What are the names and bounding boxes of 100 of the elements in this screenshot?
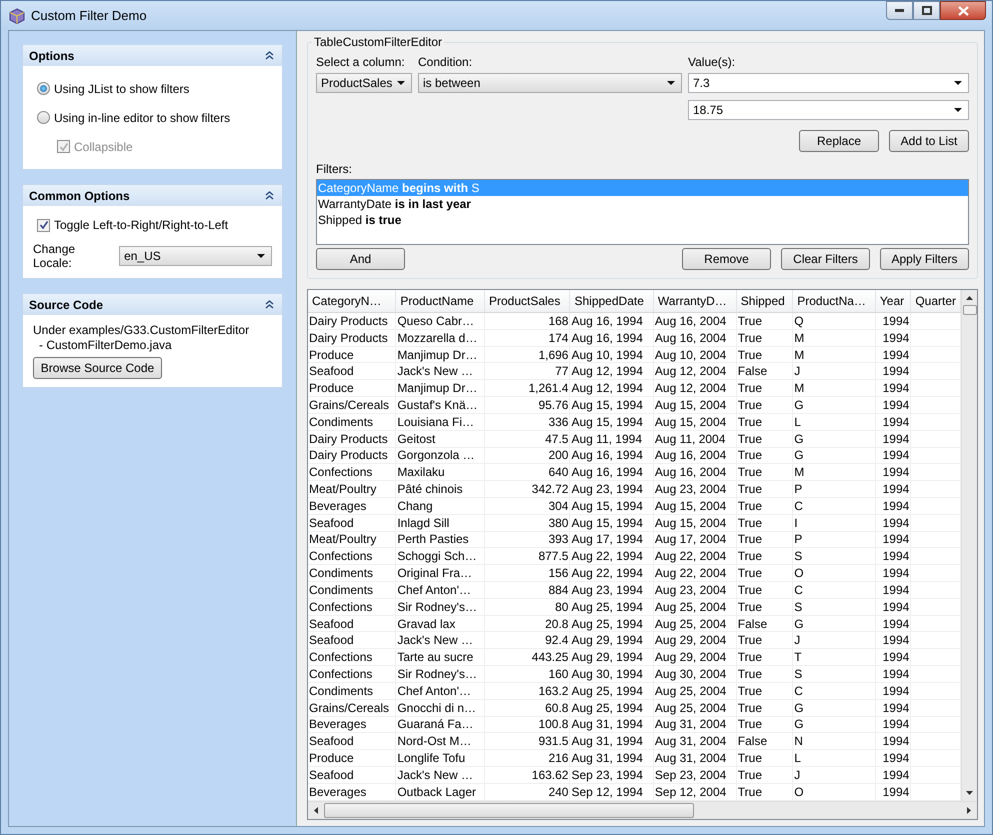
vertical-scrollbar[interactable] [961,290,977,801]
column-header[interactable]: ProductName [396,290,484,312]
maximize-button[interactable] [913,1,940,20]
table-cell: True [736,329,793,346]
minimize-icon [895,9,904,12]
table-cell: Maxilaku [396,464,484,481]
collapse-icon [265,51,274,60]
table-cell: Aug 23, 1994 [570,480,654,498]
table-cell: Inlagd Sill [396,514,484,532]
table-cell: True [736,648,793,666]
table-cell: Aug 31, 2004 [653,732,736,750]
table-cell: Aug 15, 1994 [570,514,654,532]
table-cell: Sir Rodney's… [396,666,484,682]
table-cell: 640 [484,464,570,481]
dropdown-arrow-icon [397,81,405,85]
table-cell: True [736,464,793,481]
filter-action-button[interactable]: Apply Filters [880,248,969,270]
value-combo-field[interactable]: 7.3 [688,73,969,93]
table-cell: M [792,380,876,397]
window-title: Custom Filter Demo [31,8,147,23]
table-cell: Pâté chinois [396,480,484,498]
close-button[interactable] [940,1,986,20]
table-cell: L [792,413,876,430]
table-cell: Guaraná Fa… [396,716,484,733]
table-cell: 304 [484,497,570,514]
panel-header[interactable]: Source Code [23,294,282,315]
table-cell: P [792,480,876,498]
table-cell: P [792,531,876,548]
panel-header[interactable]: Options [23,45,282,66]
table-cell: Gnocchi di n… [396,699,484,716]
scroll-thumb[interactable] [324,803,694,818]
table-cell: 1994 [875,716,911,733]
column-header[interactable]: Quarter [910,290,960,312]
panel-header[interactable]: Common Options [23,185,282,206]
and-button[interactable]: And [316,248,405,270]
column-dropdown[interactable]: ProductSales [316,73,412,93]
table-cell: Aug 22, 1994 [570,548,654,565]
table-cell: G [792,699,876,716]
table-cell: 1994 [875,598,911,616]
table-cell: Aug 16, 1994 [570,447,654,464]
table-cell: G [792,447,876,464]
table-cell: Gorgonzola … [396,447,484,464]
table-cell: S [792,666,876,682]
table-cell: Aug 31, 2004 [653,716,736,733]
table-cell: 1994 [875,582,911,598]
filter-action-button[interactable]: Remove [682,248,771,270]
radio-button[interactable] [37,111,50,124]
table-cell: 156 [484,564,570,582]
editor-button[interactable]: Add to List [889,130,969,152]
table-cell: 163.62 [484,766,570,784]
table-cell: Aug 29, 1994 [570,632,654,649]
table-cell: 1994 [875,548,911,565]
column-header[interactable]: Shipped [736,290,793,312]
table-cell: True [736,447,793,464]
table-cell: True [736,598,793,616]
column-header[interactable]: CategoryN… [308,290,396,312]
table-cell: True [736,564,793,582]
value-combo-field[interactable]: 18.75 [688,100,969,120]
browse-source-button[interactable]: Browse Source Code [33,357,162,379]
column-header[interactable]: Year [875,290,911,312]
table-cell: C [792,582,876,598]
filter-list-item[interactable]: WarrantyDate is in last year [317,196,968,212]
scroll-thumb[interactable] [962,305,976,315]
table-cell: Meat/Poultry [308,480,396,498]
condition-dropdown[interactable]: is between [418,73,682,93]
table-cell: M [792,329,876,346]
table-cell: 393 [484,531,570,548]
filter-list-item[interactable]: Shipped is true [317,212,968,228]
table-cell: True [736,497,793,514]
table-cell: 336 [484,413,570,430]
table-cell: 1994 [875,480,911,498]
horizontal-scrollbar[interactable] [308,801,977,819]
table-cell: Chang [396,497,484,514]
table-cell: Sep 23, 1994 [570,766,654,784]
column-header[interactable]: ProductSales [484,290,570,312]
table-cell: 1994 [875,346,911,363]
filter-action-button[interactable]: Clear Filters [781,248,870,270]
table-cell: Aug 15, 2004 [653,396,736,414]
table-cell: Aug 23, 1994 [570,582,654,598]
locale-dropdown[interactable]: en_US [119,246,272,266]
editor-button[interactable]: Replace [799,130,879,152]
table-cell: Louisiana Fi… [396,413,484,430]
scroll-down-icon [966,791,973,795]
column-header[interactable]: ShippedDate [570,290,654,312]
checkbox[interactable] [37,218,50,232]
table-cell: 1,696 [484,346,570,363]
table-cell: Aug 11, 1994 [570,430,654,447]
table-cell: M [792,464,876,481]
table-cell: S [792,548,876,565]
minimize-button[interactable] [886,1,913,20]
table-cell: True [736,312,793,330]
table-cell: Aug 22, 1994 [570,564,654,582]
panel-title: Options [29,48,74,62]
table-cell: 380 [484,514,570,532]
radio-button[interactable] [37,82,50,95]
table-cell: 1994 [875,750,911,766]
panel-title: Common Options [29,188,130,202]
column-header[interactable]: ProductNa… [792,290,876,312]
checkbox-label: Collapsible [74,140,133,154]
column-header[interactable]: WarrantyD… [653,290,736,312]
